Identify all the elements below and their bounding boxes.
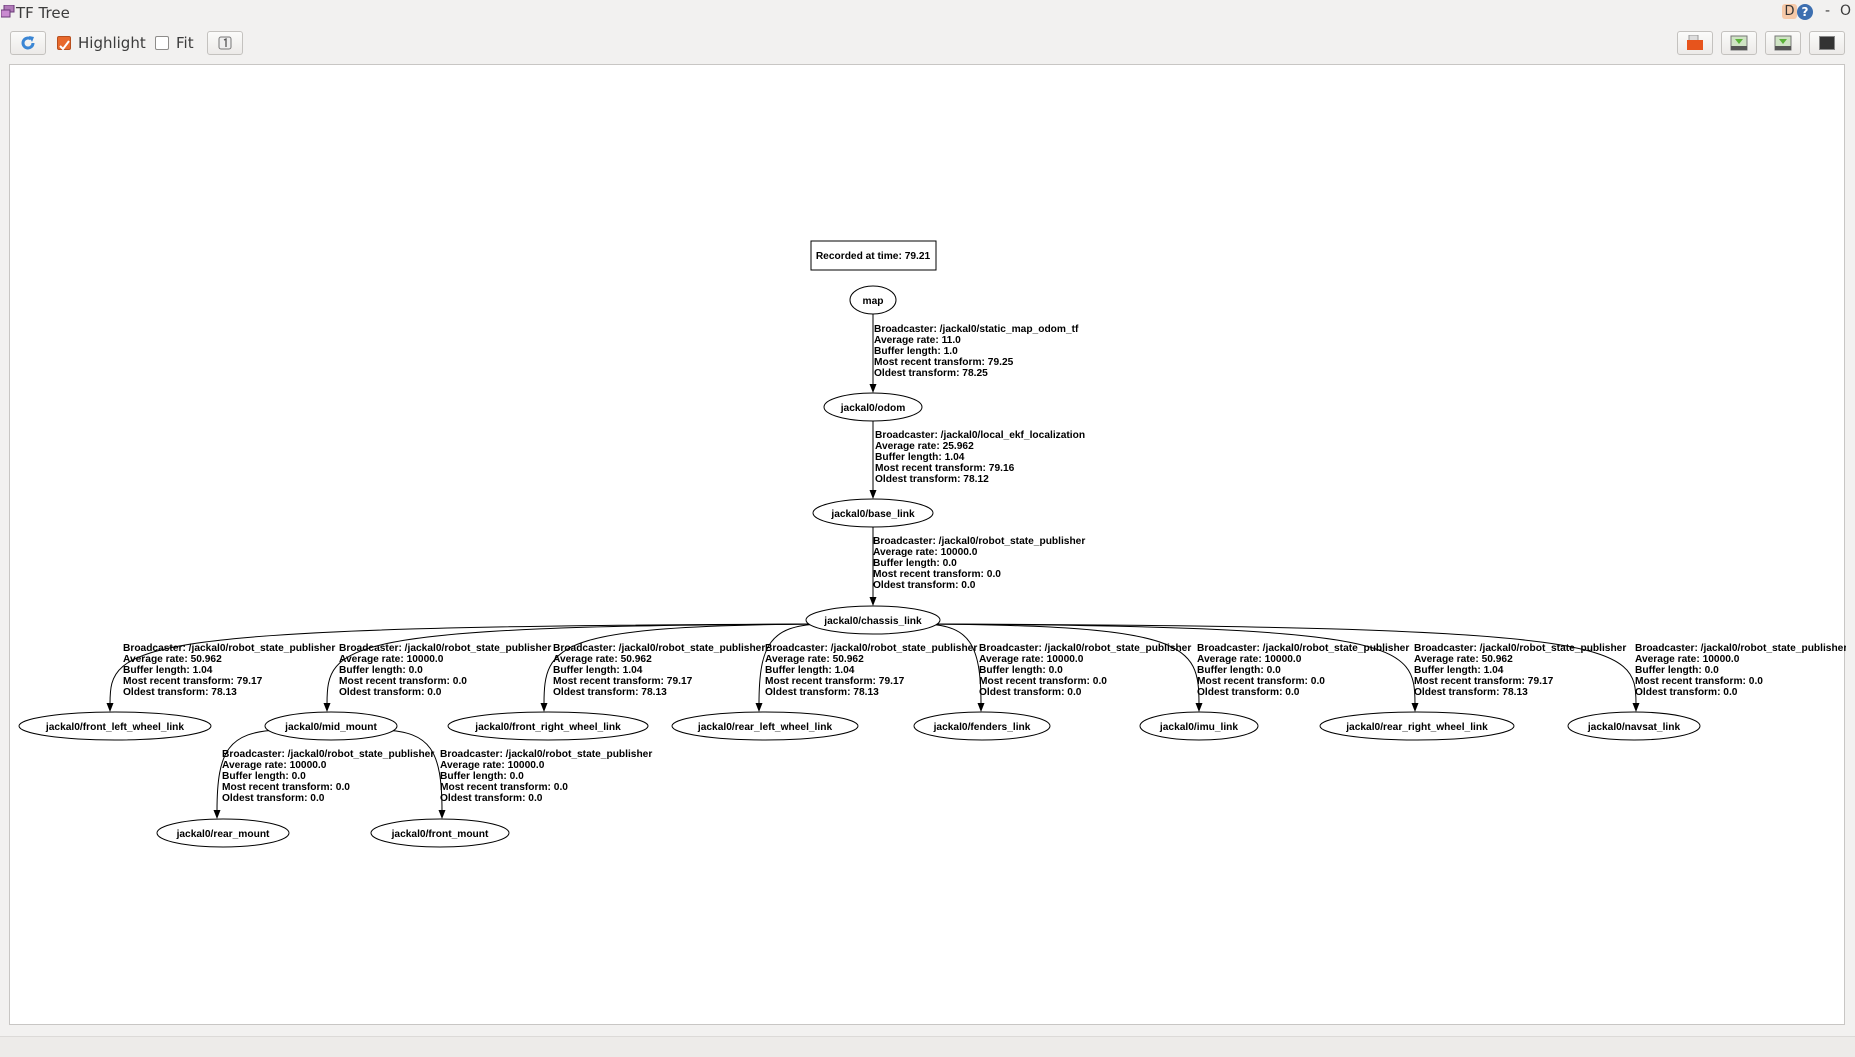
tf-node-rear_mount[interactable]: jackal0/rear_mount bbox=[156, 818, 290, 848]
node-label: jackal0/rear_left_wheel_link bbox=[697, 722, 833, 733]
refresh-button[interactable] bbox=[10, 31, 46, 55]
edge-label: Broadcaster: /jackal0/robot_state_publis… bbox=[979, 643, 1191, 698]
arrowhead-icon bbox=[977, 703, 985, 712]
tf-graph[interactable]: Recorded at time: 79.21 Broadcaster: /jac… bbox=[10, 65, 1846, 1026]
tf-edge-odom: Broadcaster: /jackal0/static_map_odom_tf… bbox=[869, 314, 1079, 393]
graph-canvas[interactable]: Recorded at time: 79.21 Broadcaster: /jac… bbox=[9, 64, 1846, 1026]
save-dot-icon bbox=[1730, 35, 1748, 51]
tf-edge-navsat: Broadcaster: /jackal0/robot_state_publis… bbox=[926, 623, 1846, 712]
tf-node-fl[interactable]: jackal0/front_left_wheel_link bbox=[18, 711, 212, 741]
tf-edge-front_mount: Broadcaster: /jackal0/robot_state_publis… bbox=[383, 729, 652, 819]
node-label: jackal0/mid_mount bbox=[284, 722, 377, 733]
refresh-icon bbox=[21, 36, 35, 50]
tf-edge-rl: Broadcaster: /jackal0/robot_state_publis… bbox=[755, 623, 977, 712]
tf-edge-fenders: Broadcaster: /jackal0/robot_state_publis… bbox=[926, 623, 1191, 712]
help-icon[interactable]: ? bbox=[1797, 4, 1813, 20]
edge-label: Broadcaster: /jackal0/robot_state_publis… bbox=[339, 643, 551, 698]
tf-edge-fl: Broadcaster: /jackal0/robot_state_publis… bbox=[106, 623, 820, 712]
recorded-time-box: Recorded at time: 79.21 bbox=[810, 240, 937, 271]
node-label: jackal0/navsat_link bbox=[1587, 722, 1681, 733]
checkmark-icon bbox=[59, 40, 70, 51]
arrowhead-icon bbox=[438, 810, 446, 819]
edge-line bbox=[926, 623, 982, 705]
edge-label: Broadcaster: /jackal0/robot_state_publis… bbox=[873, 536, 1085, 591]
tf-node-imu[interactable]: jackal0/imu_link bbox=[1139, 711, 1259, 741]
node-label: jackal0/imu_link bbox=[1159, 722, 1238, 733]
node-label: jackal0/chassis_link bbox=[823, 616, 922, 627]
node-label: jackal0/odom bbox=[840, 403, 906, 414]
one-to-one-icon bbox=[218, 36, 232, 50]
arrowhead-icon bbox=[869, 490, 877, 499]
edge-label: Broadcaster: /jackal0/robot_state_publis… bbox=[440, 749, 652, 804]
edge-label: Broadcaster: /jackal0/static_map_odom_tf… bbox=[874, 324, 1079, 379]
save-image-button[interactable] bbox=[1765, 31, 1801, 55]
node-label: jackal0/front_left_wheel_link bbox=[45, 722, 184, 733]
d-icon[interactable]: D bbox=[1782, 4, 1797, 19]
edge-label: Broadcaster: /jackal0/robot_state_publis… bbox=[1414, 643, 1626, 698]
node-label: jackal0/front_right_wheel_link bbox=[474, 722, 621, 733]
arrowhead-icon bbox=[106, 703, 114, 712]
edge-line bbox=[383, 729, 443, 812]
node-label: jackal0/rear_right_wheel_link bbox=[1345, 722, 1488, 733]
tf-edge-base: Broadcaster: /jackal0/local_ekf_localiza… bbox=[869, 421, 1085, 499]
open-file-icon bbox=[1687, 35, 1703, 50]
arrowhead-icon bbox=[755, 703, 763, 712]
fit-label[interactable]: Fit bbox=[176, 34, 194, 52]
tf-node-chassis[interactable]: jackal0/chassis_link bbox=[805, 605, 941, 635]
arrowhead-icon bbox=[869, 384, 877, 393]
tf-edge-rear_mount: Broadcaster: /jackal0/robot_state_publis… bbox=[213, 729, 434, 819]
tf-tree-app-icon bbox=[1, 5, 15, 18]
tf-node-map[interactable]: map bbox=[849, 285, 897, 315]
arrowhead-icon bbox=[1195, 703, 1203, 712]
minimize-button[interactable]: - bbox=[1825, 3, 1830, 19]
edge-label: Broadcaster: /jackal0/local_ekf_localiza… bbox=[875, 430, 1085, 485]
node-label: jackal0/rear_mount bbox=[176, 829, 270, 840]
recorded-time-label: Recorded at time: 79.21 bbox=[816, 251, 931, 262]
window-title: TF Tree bbox=[16, 4, 70, 22]
node-label: jackal0/front_mount bbox=[391, 829, 489, 840]
arrowhead-icon bbox=[1411, 703, 1419, 712]
arrowhead-icon bbox=[540, 703, 548, 712]
tf-node-front_mount[interactable]: jackal0/front_mount bbox=[370, 818, 510, 848]
tf-node-fr[interactable]: jackal0/front_right_wheel_link bbox=[447, 711, 649, 741]
tf-node-base[interactable]: jackal0/base_link bbox=[812, 498, 934, 528]
edge-label: Broadcaster: /jackal0/robot_state_publis… bbox=[553, 643, 765, 698]
node-label: jackal0/base_link bbox=[830, 509, 915, 520]
highlight-checkbox[interactable] bbox=[57, 36, 71, 51]
status-bar bbox=[0, 1036, 1855, 1057]
edge-label: Broadcaster: /jackal0/robot_state_publis… bbox=[123, 643, 335, 698]
fit-checkbox[interactable] bbox=[155, 36, 169, 50]
arrowhead-icon bbox=[323, 703, 331, 712]
arrowhead-icon bbox=[869, 597, 877, 606]
node-label: map bbox=[863, 296, 884, 307]
tf-edge-chassis: Broadcaster: /jackal0/robot_state_publis… bbox=[869, 527, 1085, 606]
screen-icon bbox=[1819, 36, 1835, 50]
node-label: jackal0/fenders_link bbox=[933, 722, 1031, 733]
tf-node-rr[interactable]: jackal0/rear_right_wheel_link bbox=[1319, 711, 1515, 741]
tf-node-navsat[interactable]: jackal0/navsat_link bbox=[1567, 711, 1701, 741]
edge-label: Broadcaster: /jackal0/robot_state_publis… bbox=[222, 749, 434, 804]
tf-node-rl[interactable]: jackal0/rear_left_wheel_link bbox=[671, 711, 859, 741]
tf-node-odom[interactable]: jackal0/odom bbox=[823, 392, 923, 422]
save-dot-button[interactable] bbox=[1721, 31, 1757, 55]
edge-label: Broadcaster: /jackal0/robot_state_publis… bbox=[1197, 643, 1409, 698]
screen-button[interactable] bbox=[1809, 31, 1845, 55]
highlight-label[interactable]: Highlight bbox=[78, 34, 146, 52]
arrowhead-icon bbox=[213, 810, 221, 819]
edge-label: Broadcaster: /jackal0/robot_state_publis… bbox=[765, 643, 977, 698]
tf-node-fenders[interactable]: jackal0/fenders_link bbox=[913, 711, 1051, 741]
tf-node-mid[interactable]: jackal0/mid_mount bbox=[264, 711, 398, 741]
save-image-icon bbox=[1774, 35, 1792, 51]
restore-button[interactable]: O bbox=[1840, 3, 1851, 19]
edge-label: Broadcaster: /jackal0/robot_state_publis… bbox=[1635, 643, 1846, 698]
fit-one-to-one-button[interactable] bbox=[207, 31, 243, 55]
arrowhead-icon bbox=[1632, 703, 1640, 712]
open-file-button[interactable] bbox=[1677, 31, 1713, 55]
